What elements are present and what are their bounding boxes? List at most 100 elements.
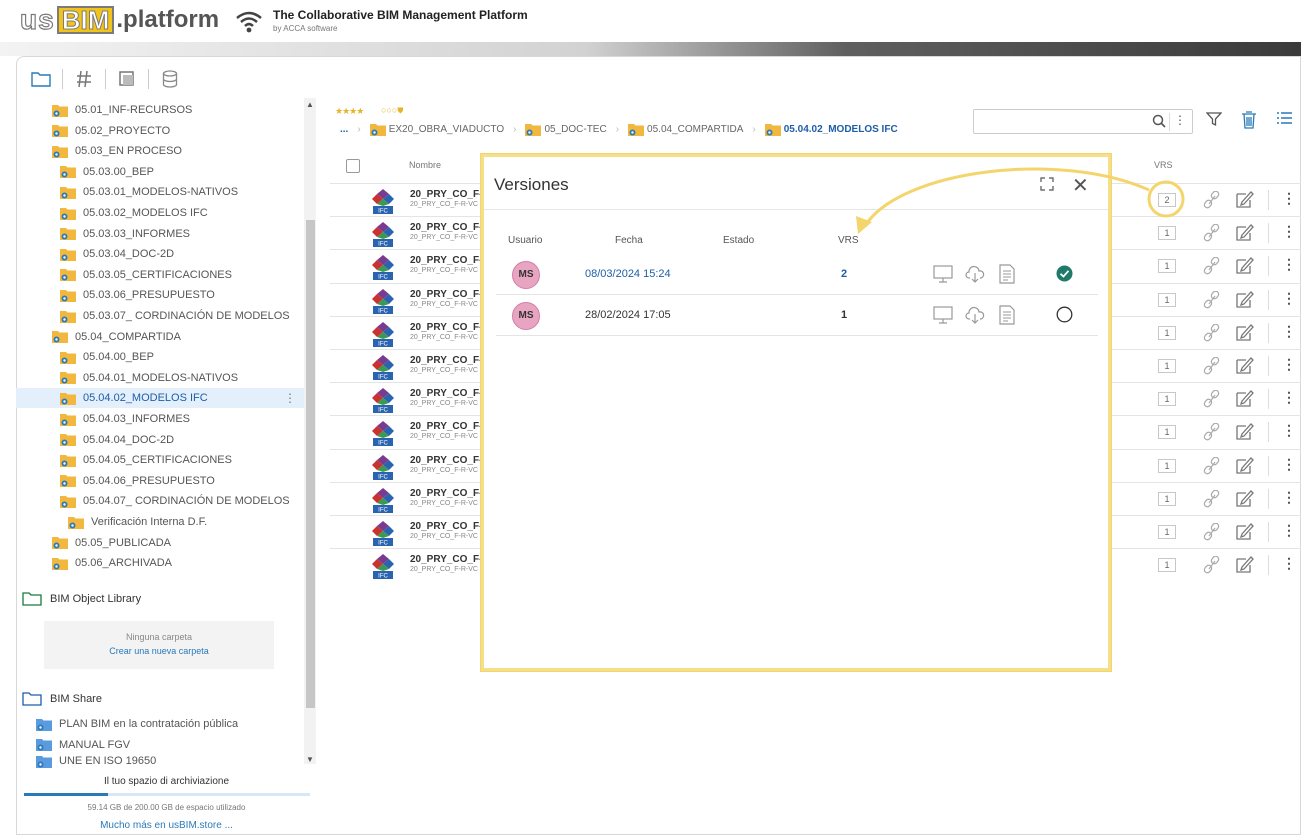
tree-item[interactable]: 05.03.03_INFORMES [16, 224, 304, 244]
edit-icon[interactable] [1235, 222, 1255, 242]
file-name[interactable]: 20_PRY_CO_F-R [410, 222, 480, 233]
close-icon[interactable]: ✕ [1072, 173, 1089, 198]
file-name[interactable]: 20_PRY_CO_F-R [410, 488, 480, 499]
edit-icon[interactable] [1235, 455, 1255, 475]
breadcrumb-item[interactable]: 05_DOC-TEC [525, 123, 607, 136]
tree-item[interactable]: 05.03.04_DOC-2D [16, 244, 304, 264]
rating-stars[interactable]: ★★★★ [335, 106, 364, 117]
version-count-badge[interactable]: 1 [1158, 491, 1176, 506]
status-circles[interactable]: ○○○⛊ [381, 105, 403, 116]
file-name[interactable]: 20_PRY_CO_F-R [410, 189, 480, 200]
folder-icon[interactable] [30, 68, 52, 90]
version-row[interactable]: MS 08/03/2024 15:24 2 [496, 254, 1098, 295]
link-icon[interactable] [1202, 423, 1222, 441]
select-all-checkbox[interactable] [346, 159, 360, 173]
row-menu-icon[interactable]: ⋮ [1282, 555, 1296, 572]
tree-item[interactable]: 05.04.02_MODELOS IFC ⋮ [16, 388, 304, 409]
tree-item[interactable]: 05.04_COMPARTIDA [16, 327, 304, 347]
breadcrumb-item[interactable]: EX20_OBRA_VIADUCTO [369, 123, 504, 136]
link-icon[interactable] [1202, 257, 1222, 275]
link-icon[interactable] [1202, 390, 1222, 408]
row-menu-icon[interactable]: ⋮ [1282, 522, 1296, 539]
tree-item[interactable]: 05.01_INF-RECURSOS [16, 100, 304, 120]
recycle-bin-icon[interactable] [1241, 111, 1257, 129]
expand-icon[interactable] [1040, 177, 1054, 191]
scroll-down-icon[interactable]: ▼ [306, 755, 314, 764]
breadcrumb-item[interactable]: ... [340, 124, 348, 135]
row-menu-icon[interactable]: ⋮ [1282, 256, 1296, 273]
version-count-badge[interactable]: 1 [1158, 525, 1176, 539]
row-menu-icon[interactable]: ⋮ [1282, 356, 1296, 373]
tree-item[interactable]: 05.03.05_CERTIFICACIONES [16, 265, 304, 285]
inactive-version-icon[interactable] [1056, 306, 1073, 323]
active-version-icon[interactable] [1056, 265, 1073, 282]
monitor-icon[interactable] [933, 305, 953, 325]
tree-item[interactable]: 05.03.07_ CORDINACIÓN DE MODELOS [16, 306, 304, 326]
tree-item[interactable]: 05.04.04_DOC-2D [16, 430, 304, 450]
file-name[interactable]: 20_PRY_CO_F-R [410, 388, 480, 399]
column-vrs[interactable]: VRS [1154, 160, 1173, 170]
edit-icon[interactable] [1235, 255, 1255, 275]
version-count-badge[interactable]: 1 [1158, 392, 1176, 407]
column-name[interactable]: Nombre [409, 160, 441, 170]
edit-icon[interactable] [1235, 488, 1255, 508]
edit-icon[interactable] [1235, 189, 1255, 209]
row-menu-icon[interactable]: ⋮ [1282, 456, 1296, 473]
file-name[interactable]: 20_PRY_CO_F-R [410, 255, 480, 266]
cloud-download-icon[interactable] [965, 264, 985, 284]
link-icon[interactable] [1202, 357, 1222, 375]
tree-item-menu-icon[interactable]: ⋮ [284, 391, 296, 405]
file-name[interactable]: 20_PRY_CO_F-R [410, 355, 480, 366]
tree-item[interactable]: 05.04.00_BEP [16, 347, 304, 367]
bim-object-library[interactable]: BIM Object Library [22, 590, 141, 608]
row-menu-icon[interactable]: ⋮ [1282, 290, 1296, 307]
search-icon[interactable] [1152, 114, 1166, 128]
edit-icon[interactable] [1235, 388, 1255, 408]
row-menu-icon[interactable]: ⋮ [1282, 223, 1296, 240]
version-count-badge[interactable]: 2 [1158, 193, 1176, 207]
edit-icon[interactable] [1235, 521, 1255, 541]
copy-icon[interactable] [116, 68, 138, 90]
tree-item[interactable]: 05.04.05_CERTIFICACIONES [16, 450, 304, 470]
tree-item[interactable]: 05.04.06_PRESUPUESTO [16, 471, 304, 491]
edit-icon[interactable] [1235, 355, 1255, 375]
version-count-badge[interactable]: 1 [1158, 292, 1176, 307]
tree-item[interactable]: 05.03.01_MODELOS-NATIVOS [16, 182, 304, 202]
version-count-badge[interactable]: 1 [1158, 425, 1176, 440]
document-icon[interactable] [997, 264, 1017, 284]
tree-item[interactable]: 05.03.02_MODELOS IFC [16, 203, 304, 223]
edit-icon[interactable] [1235, 322, 1255, 342]
search-options-icon[interactable]: ⋮ [1174, 113, 1186, 127]
link-icon[interactable] [1202, 523, 1222, 541]
tree-item[interactable]: 05.03.00_BEP [16, 162, 304, 182]
breadcrumb-item[interactable]: 05.04_COMPARTIDA [628, 123, 743, 136]
row-menu-icon[interactable]: ⋮ [1282, 489, 1296, 506]
tree-item[interactable]: 05.03.06_PRESUPUESTO [16, 285, 304, 305]
file-name[interactable]: 20_PRY_CO_F-R [410, 289, 480, 300]
monitor-icon[interactable] [933, 264, 953, 284]
tree-item[interactable]: 05.04.01_MODELOS-NATIVOS [16, 368, 304, 388]
version-count-badge[interactable]: 1 [1158, 458, 1176, 473]
share-item[interactable]: PLAN BIM en la contratación pública [36, 714, 304, 734]
list-view-icon[interactable] [1276, 111, 1293, 125]
version-row[interactable]: MS 28/02/2024 17:05 1 [496, 295, 1098, 336]
link-icon[interactable] [1202, 489, 1222, 508]
tree-item[interactable]: 05.03_EN PROCESO [16, 141, 304, 161]
file-name[interactable]: 20_PRY_CO_F-R [410, 521, 480, 532]
edit-icon[interactable] [1235, 554, 1255, 574]
create-folder-link[interactable]: Crear una nueva carpeta [44, 646, 274, 656]
scroll-up-icon[interactable]: ▲ [306, 100, 314, 109]
file-name[interactable]: 20_PRY_CO_F-R [410, 455, 480, 466]
link-icon[interactable] [1202, 290, 1222, 309]
breadcrumb-item[interactable]: 05.04.02_MODELOS IFC [764, 123, 898, 136]
row-menu-icon[interactable]: ⋮ [1282, 190, 1296, 207]
tree-item[interactable]: Verificación Interna D.F. [16, 512, 304, 532]
version-count-badge[interactable]: 1 [1158, 325, 1176, 340]
tree-item[interactable]: 05.05_PUBLICADA [16, 533, 304, 553]
document-icon[interactable] [997, 305, 1017, 325]
link-icon[interactable] [1202, 191, 1222, 209]
hashtag-icon[interactable] [73, 68, 95, 90]
row-menu-icon[interactable]: ⋮ [1282, 323, 1296, 340]
link-icon[interactable] [1202, 224, 1222, 242]
version-count-badge[interactable]: 1 [1158, 558, 1176, 573]
